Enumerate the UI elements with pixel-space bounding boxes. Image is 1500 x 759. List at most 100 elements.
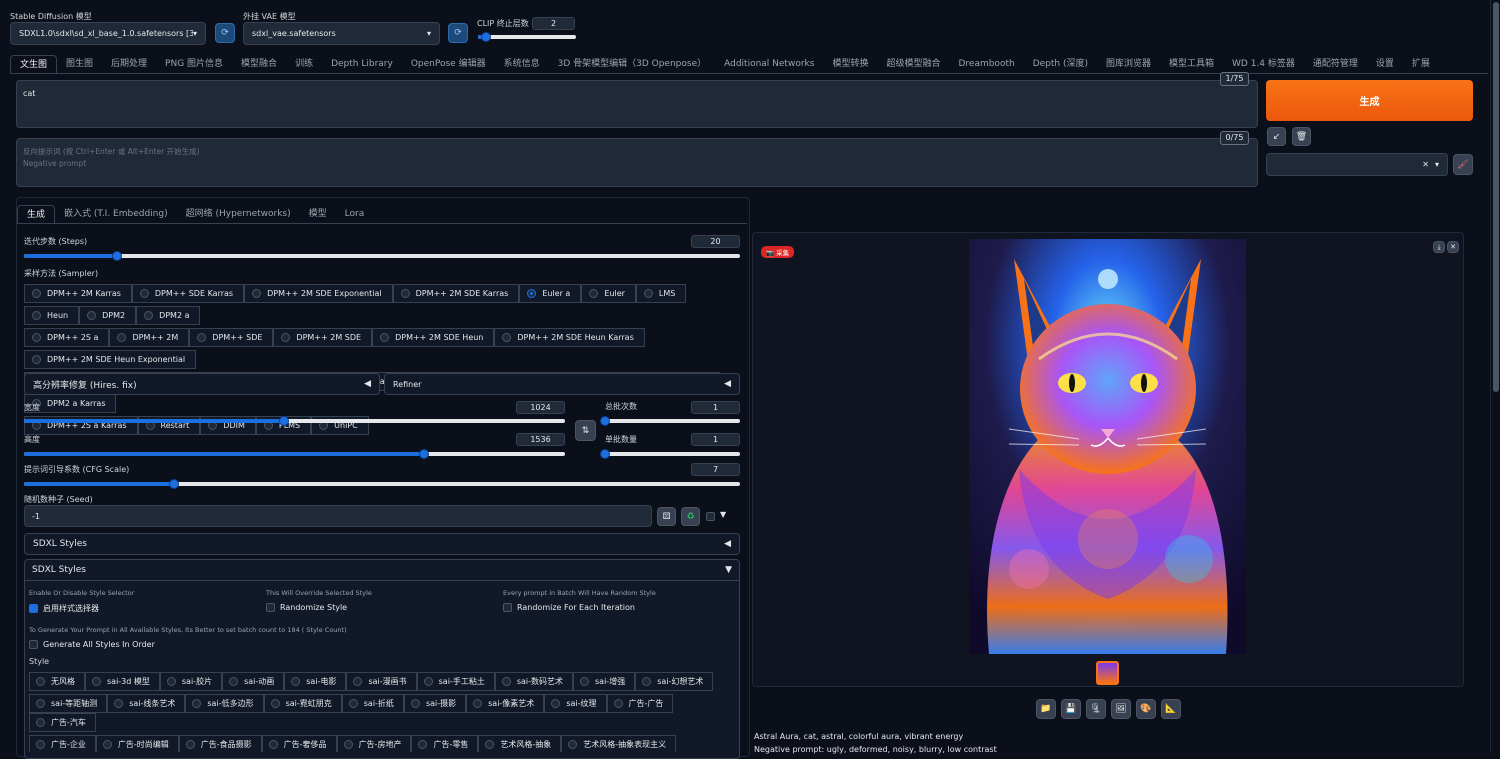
reuse-seed-button[interactable]: ♻ (681, 507, 700, 526)
sampler-option[interactable]: DPM2 (79, 306, 137, 325)
extra-seed-checkbox[interactable] (706, 512, 715, 521)
palette-button[interactable]: 🎨 (1136, 699, 1156, 719)
tab-15[interactable]: 图库浏览器 (1097, 55, 1160, 73)
tab-9[interactable]: 3D 骨架模型编辑（3D Openpose） (549, 55, 716, 73)
sampler-option[interactable]: Euler (581, 284, 636, 303)
sampler-option[interactable]: DPM++ 2M SDE (273, 328, 373, 347)
style-option[interactable]: 广告-时尚编辑 (95, 735, 179, 752)
cfg-slider[interactable] (24, 479, 740, 489)
sampler-option[interactable]: DPM++ SDE (189, 328, 274, 347)
negative-prompt-input[interactable]: 反向提示词 (按 Ctrl+Enter 或 Alt+Enter 开始生成) Ne… (16, 138, 1258, 187)
sampler-option[interactable]: DPM++ 2M SDE Heun Exponential (24, 350, 197, 369)
hires-fix-accordion[interactable]: 高分辨率修复 (Hires. fix) ◀ (24, 373, 380, 395)
generated-image[interactable] (969, 239, 1246, 654)
width-value[interactable]: 1024 (516, 401, 565, 414)
prompt-input[interactable]: cat (16, 80, 1258, 128)
sampler-option[interactable]: DPM++ 2M SDE Karras (392, 284, 520, 303)
sdxl-styles-collapsed-accordion[interactable]: SDXL Styles ◀ (24, 533, 740, 555)
sampler-option[interactable]: DPM++ 2M SDE Heun Karras (494, 328, 645, 347)
sampler-option[interactable]: DPM++ SDE Karras (131, 284, 245, 303)
batch-count-value[interactable]: 1 (691, 401, 740, 414)
style-option[interactable]: sai-手工粘土 (416, 672, 495, 691)
tab-12[interactable]: 超级模型融合 (877, 55, 949, 73)
tab-7[interactable]: OpenPose 编辑器 (402, 55, 495, 73)
subtab-3[interactable]: 模型 (300, 205, 336, 223)
subtab-2[interactable]: 超网络 (Hypernetworks) (177, 205, 300, 223)
style-option[interactable]: sai-折纸 (341, 694, 404, 713)
sampler-option[interactable]: Euler a (519, 284, 582, 303)
all-styles-toggle[interactable]: Generate All Styles In Order (29, 640, 155, 649)
refiner-accordion[interactable]: Refiner ◀ (384, 373, 740, 395)
style-option[interactable]: sai-增强 (573, 672, 636, 691)
steps-value[interactable]: 20 (691, 235, 740, 248)
sampler-option[interactable]: DPM++ 2S a (24, 328, 110, 347)
style-option[interactable]: sai-纹理 (544, 694, 607, 713)
style-option[interactable]: sai-幻想艺术 (635, 672, 714, 691)
image-button[interactable]: 🖼 (1111, 699, 1131, 719)
tab-2[interactable]: 后期处理 (102, 55, 156, 73)
swap-dimensions-button[interactable]: ⇅ (575, 420, 596, 441)
subtab-0[interactable]: 生成 (17, 205, 56, 223)
subtab-4[interactable]: Lora (336, 205, 374, 223)
style-option[interactable]: 广告-广告 (606, 694, 674, 713)
tab-16[interactable]: 模型工具箱 (1160, 55, 1223, 73)
batch-size-slider[interactable] (600, 449, 740, 459)
batch-count-slider[interactable] (600, 416, 740, 426)
generate-button[interactable]: 生成 (1266, 80, 1473, 121)
refresh-model-button[interactable]: ⟳ (215, 23, 235, 43)
folder-button[interactable]: 📁 (1036, 699, 1056, 719)
seed-input[interactable]: -1 (24, 505, 652, 527)
style-option[interactable]: 广告-企业 (29, 735, 96, 752)
randomize-iteration-toggle[interactable]: Randomize For Each Iteration (503, 603, 635, 612)
tab-17[interactable]: WD 1.4 标签器 (1223, 55, 1304, 73)
trash-button[interactable]: 🗑 (1292, 127, 1311, 146)
zip-button[interactable]: 🗜 (1086, 699, 1106, 719)
style-option[interactable]: sai-3d 模型 (85, 672, 160, 691)
close-button[interactable]: ✕ (1447, 241, 1459, 253)
style-option[interactable]: sai-等距轴测 (29, 694, 108, 713)
enable-style-toggle[interactable]: 启用样式选择器 (29, 603, 99, 614)
tab-10[interactable]: Additional Networks (715, 55, 823, 73)
style-option[interactable]: 广告-汽车 (29, 713, 96, 732)
sampler-option[interactable]: DPM2 a (136, 306, 201, 325)
tab-20[interactable]: 扩展 (1403, 55, 1439, 73)
style-option[interactable]: 无风格 (29, 672, 85, 691)
style-option[interactable]: sai-胶片 (159, 672, 223, 691)
tab-3[interactable]: PNG 图片信息 (156, 55, 232, 73)
batch-size-value[interactable]: 1 (691, 433, 740, 446)
sdxl-styles-accordion[interactable]: SDXL Styles ▼ (24, 559, 740, 581)
style-option[interactable]: sai-像素艺术 (466, 694, 545, 713)
style-option[interactable]: sai-低多边形 (185, 694, 264, 713)
tab-14[interactable]: Depth (深度) (1024, 55, 1097, 73)
tab-6[interactable]: Depth Library (322, 55, 402, 73)
style-option[interactable]: sai-动画 (222, 672, 285, 691)
style-option[interactable]: 艺术风格-抽象表现主义 (561, 735, 677, 752)
download-button[interactable]: ⤓ (1433, 241, 1445, 253)
width-slider[interactable] (24, 416, 565, 426)
sampler-option[interactable]: Heun (24, 306, 80, 325)
model-select[interactable]: SDXL1.0\sdxl\sd_xl_base_1.0.safetensors … (10, 22, 206, 45)
style-option[interactable]: sai-电影 (284, 672, 347, 691)
tab-4[interactable]: 模型融合 (232, 55, 286, 73)
expand-triangle-icon[interactable]: ▼ (720, 510, 726, 519)
style-option[interactable]: sai-霓虹朋克 (263, 694, 342, 713)
cfg-value[interactable]: 7 (691, 463, 740, 476)
sampler-option[interactable]: DPM++ 2M SDE Exponential (244, 284, 393, 303)
sampler-option[interactable]: DPM++ 2M SDE Heun (372, 328, 495, 347)
randomize-style-toggle[interactable]: Randomize Style (266, 603, 347, 612)
style-option[interactable]: sai-摄影 (403, 694, 467, 713)
clear-icon[interactable]: ✕ (1422, 160, 1429, 169)
tab-19[interactable]: 设置 (1367, 55, 1403, 73)
ruler-button[interactable]: 📐 (1161, 699, 1181, 719)
style-option[interactable]: 广告-奢侈品 (261, 735, 337, 752)
style-option[interactable]: 广告-房地产 (336, 735, 412, 752)
gallery-thumbnail[interactable] (1096, 661, 1119, 685)
save-button[interactable]: 💾 (1061, 699, 1081, 719)
style-option[interactable]: 艺术风格-抽象 (478, 735, 562, 752)
style-option[interactable]: sai-数码艺术 (494, 672, 574, 691)
tab-8[interactable]: 系统信息 (495, 55, 549, 73)
sampler-option[interactable]: LMS (635, 284, 687, 303)
steps-slider[interactable] (24, 251, 740, 261)
style-option[interactable]: 广告-零售 (411, 735, 479, 752)
subtab-1[interactable]: 嵌入式 (T.I. Embedding) (55, 205, 177, 223)
